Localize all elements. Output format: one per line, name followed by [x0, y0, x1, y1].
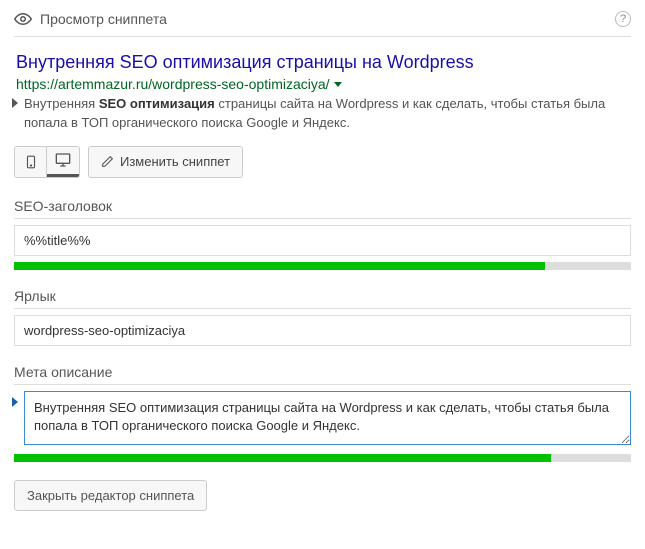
preview-description: Внутренняя SEO оптимизация страницы сайт… — [16, 95, 629, 131]
help-icon[interactable]: ? — [615, 11, 631, 27]
pencil-icon — [101, 155, 114, 168]
snippet-header: Просмотр сниппета ? — [14, 10, 631, 37]
seo-title-input[interactable] — [14, 225, 631, 256]
meta-desc-block: Мета описание — [14, 364, 631, 462]
seo-title-block: SEO-заголовок — [14, 198, 631, 270]
meta-desc-textarea[interactable] — [24, 391, 631, 445]
slug-input[interactable] — [14, 315, 631, 346]
meta-desc-progress-fill — [14, 454, 551, 462]
close-editor-label: Закрыть редактор сниппета — [27, 488, 194, 503]
seo-title-progress-fill — [14, 262, 545, 270]
preview-title[interactable]: Внутренняя SEO оптимизация страницы на W… — [16, 51, 629, 74]
mobile-toggle[interactable] — [15, 147, 47, 177]
slug-block: Ярлык — [14, 288, 631, 346]
seo-title-progress — [14, 262, 631, 270]
edit-snippet-button[interactable]: Изменить сниппет — [88, 146, 243, 178]
snippet-preview: Внутренняя SEO оптимизация страницы на W… — [16, 51, 629, 132]
seo-title-label: SEO-заголовок — [14, 198, 631, 219]
caret-right-icon — [12, 397, 18, 407]
preview-url-row: https://artemmazur.ru/wordpress-seo-opti… — [16, 76, 629, 92]
desktop-icon — [54, 152, 72, 168]
meta-desc-label: Мета описание — [14, 364, 631, 385]
device-toggle — [14, 146, 80, 178]
eye-icon — [14, 10, 32, 28]
slug-label: Ярлык — [14, 288, 631, 309]
toolbar: Изменить сниппет — [14, 146, 631, 178]
close-editor-button[interactable]: Закрыть редактор сниппета — [14, 480, 207, 511]
preview-url[interactable]: https://artemmazur.ru/wordpress-seo-opti… — [16, 76, 330, 92]
caret-right-icon — [12, 98, 18, 108]
caret-down-icon[interactable] — [334, 82, 342, 87]
header-title: Просмотр сниппета — [40, 11, 167, 27]
edit-snippet-label: Изменить сниппет — [120, 154, 230, 169]
meta-desc-progress — [14, 454, 631, 462]
mobile-icon — [24, 153, 38, 171]
desktop-toggle[interactable] — [47, 147, 79, 177]
